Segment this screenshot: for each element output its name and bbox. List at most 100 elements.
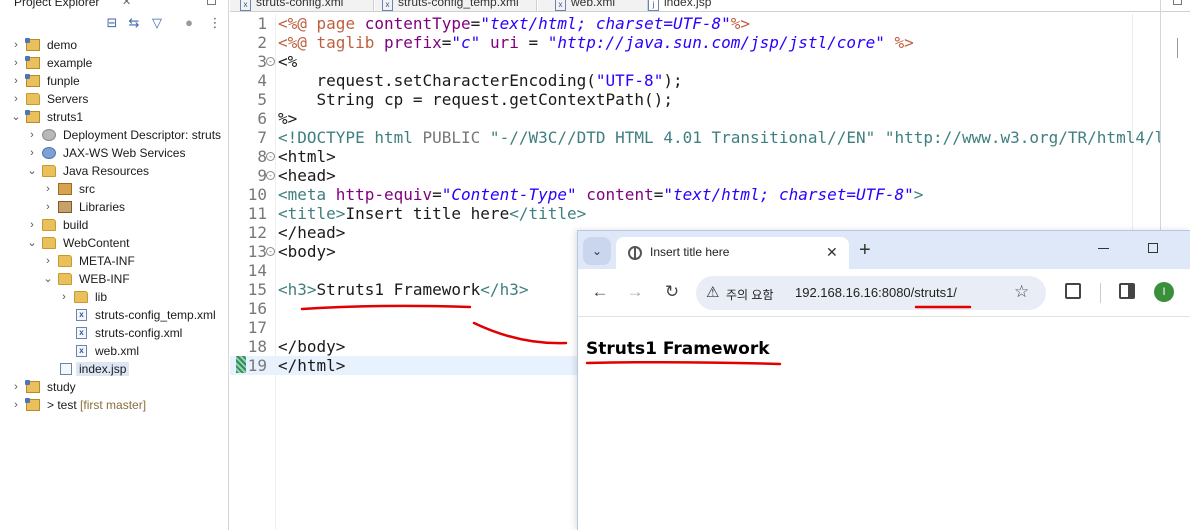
chevron-right-icon[interactable]: › [11,74,21,88]
profile-avatar[interactable]: I [1154,282,1174,302]
tab-struts-config[interactable]: x struts-config.xml [240,0,343,11]
chevron-right-icon[interactable]: › [11,56,21,70]
tree-item-test[interactable]: › > test [first master] [0,396,229,414]
chevron-right-icon[interactable]: › [11,398,21,412]
fold-toggle-icon[interactable]: - [266,247,275,256]
tree-item-src[interactable]: › src [0,180,229,198]
tree-item-study[interactable]: › study [0,378,229,396]
url-host: 192.168.16.16:8080 [795,285,911,300]
tree-item-libraries[interactable]: › Libraries [0,198,229,216]
code-line[interactable]: 11 <title>Insert title here</title> [230,204,1160,223]
filter-icon[interactable]: ▽ [150,16,164,30]
focus-icon[interactable]: ● [182,16,196,30]
tree-item-build[interactable]: › build [0,216,229,234]
tree-item-meta-inf[interactable]: › META-INF [0,252,229,270]
folder-icon [74,291,88,303]
close-tab-icon[interactable]: ✕ [826,244,838,261]
code-text: <head> [278,166,336,185]
code-text: </body> [278,337,346,356]
tab-struts-config-temp[interactable]: x struts-config_temp.xml [382,0,519,11]
chevron-right-icon[interactable]: › [11,380,21,394]
tree-item-struts-config[interactable]: x struts-config.xml [0,324,229,342]
minimize-icon[interactable] [1173,0,1182,5]
line-number: 4 [257,71,267,90]
tree-label: web.xml [95,344,140,358]
tree-item-servers[interactable]: › Servers [0,90,229,108]
line-number: 12 [247,223,267,242]
tree-item-struts-config-temp[interactable]: x struts-config_temp.xml [0,306,229,324]
tree-item-example[interactable]: › example [0,54,229,72]
project-explorer-tab[interactable]: Project Explorer ✕ [0,0,229,12]
address-bar[interactable]: ⚠ 주의 요함 192.168.16.16:8080/struts1/ ☆ [696,276,1046,310]
collapse-all-icon[interactable]: ⊟ [105,16,119,30]
chevron-right-icon[interactable]: › [27,128,37,142]
tab-index-jsp[interactable]: j index.jsp [648,0,712,11]
chevron-down-icon[interactable]: ⌄ [27,164,37,178]
security-indicator[interactable]: ⚠ 주의 요함 [706,284,784,303]
tree-item-webcontent[interactable]: ⌄ WebContent [0,234,229,252]
link-with-editor-icon[interactable]: ⇆ [127,16,141,30]
code-line[interactable]: 3 - <% [230,52,1160,71]
chevron-right-icon[interactable]: › [27,218,37,232]
bookmark-star-icon[interactable]: ☆ [1014,282,1029,302]
code-line[interactable]: 5 String cp = request.getContextPath(); [230,90,1160,109]
tree-item-jax-ws[interactable]: › JAX-WS Web Services [0,144,229,162]
close-icon[interactable]: ✕ [122,0,131,8]
chevron-right-icon[interactable]: › [43,182,53,196]
code-line[interactable]: 8 - <html> [230,147,1160,166]
view-menu-icon[interactable]: ⋮ [208,16,222,30]
tab-label: web.xml [571,0,616,9]
tree-item-struts1[interactable]: ⌄ struts1 [0,108,229,126]
token: Struts1 Framework [316,280,481,299]
fold-toggle-icon[interactable]: - [266,171,275,180]
code-line[interactable]: 9 - <head> [230,166,1160,185]
tree-item-web-xml[interactable]: x web.xml [0,342,229,360]
panel-handle[interactable] [1177,38,1178,58]
chevron-right-icon[interactable]: › [11,92,21,106]
browser-toolbar: ← → ↻ ⚠ 주의 요함 192.168.16.16:8080/struts1… [578,269,1190,317]
tab-web-xml[interactable]: x web.xml [555,0,615,11]
code-line[interactable]: 1 <%@ page contentType="text/html; chars… [230,14,1160,33]
fold-toggle-icon[interactable]: - [266,152,275,161]
tree-item-lib[interactable]: › lib [0,288,229,306]
tree-item-web-inf[interactable]: ⌄ WEB-INF [0,270,229,288]
fold-toggle-icon[interactable]: - [266,57,275,66]
chevron-right-icon[interactable]: › [43,200,53,214]
forward-icon[interactable]: → [625,282,645,302]
token: = [470,14,481,33]
tree-item-index-jsp[interactable]: index.jsp [0,360,229,378]
window-maximize-button[interactable] [1148,243,1158,253]
tree-item-demo[interactable]: › demo [0,36,229,54]
line-number: 19 [247,356,267,375]
chevron-right-icon[interactable]: › [27,146,37,160]
chevron-down-icon[interactable]: ⌄ [11,110,21,124]
tab-search-button[interactable]: ⌄ [583,237,611,265]
tree-item-deployment-descriptor[interactable]: › Deployment Descriptor: struts [0,126,229,144]
reload-icon[interactable]: ↻ [662,282,682,302]
chevron-right-icon[interactable]: › [11,38,21,52]
url-text[interactable]: 192.168.16.16:8080/struts1/ [795,285,957,300]
browser-tab[interactable]: Insert title here ✕ [616,237,849,269]
source-folder-icon [58,183,72,195]
tree-item-java-resources[interactable]: ⌄ Java Resources [0,162,229,180]
token: <!DOCTYPE [278,128,365,147]
chevron-right-icon[interactable]: › [59,290,69,304]
new-tab-button[interactable]: + [859,239,871,261]
extensions-icon[interactable] [1065,283,1081,299]
back-icon[interactable]: ← [590,282,610,302]
chevron-down-icon[interactable]: ⌄ [27,236,37,250]
minimize-icon[interactable] [207,0,216,5]
code-line[interactable]: 10 <meta http-equiv="Content-Type" conte… [230,185,1160,204]
project-explorer-tab-label: Project Explorer [14,0,100,9]
code-line[interactable]: 7 <!DOCTYPE html PUBLIC "-//W3C//DTD HTM… [230,128,1190,147]
window-minimize-button[interactable] [1098,248,1109,249]
chevron-right-icon[interactable]: › [43,254,53,268]
chevron-down-icon[interactable]: ⌄ [43,272,53,286]
code-line[interactable]: 6 %> [230,109,1160,128]
browser-titlebar: ⌄ Insert title here ✕ + [578,231,1190,269]
side-panel-icon[interactable] [1119,283,1135,299]
code-line[interactable]: 4 request.setCharacterEncoding("UTF-8"); [230,71,1160,90]
token: <%@ [278,33,307,52]
code-line[interactable]: 2 <%@ taglib prefix="c" uri = "http://ja… [230,33,1160,52]
tree-item-funple[interactable]: › funple [0,72,229,90]
